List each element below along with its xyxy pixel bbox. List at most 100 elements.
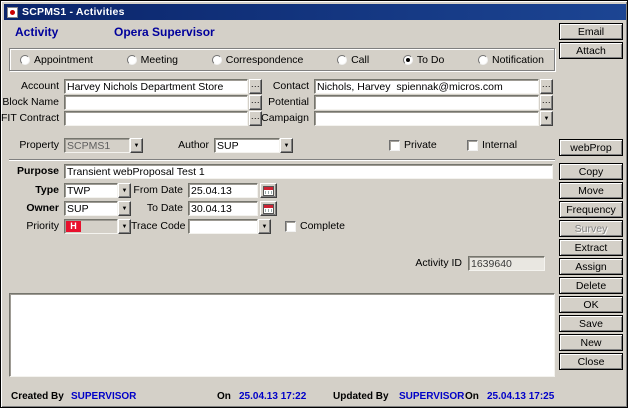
activity-type-options: Appointment Meeting Correspondence Call To D… [10, 49, 554, 70]
campaign-dropdown-button[interactable]: ▼ [540, 111, 553, 126]
author-field[interactable] [214, 138, 280, 153]
private-label: Private [404, 138, 437, 153]
trace-code-label: Trace Code [131, 219, 185, 234]
radio-icon[interactable] [403, 55, 413, 65]
trace-code-field[interactable] [188, 219, 258, 234]
block-name-field[interactable] [64, 95, 248, 110]
radio-icon[interactable] [478, 55, 488, 65]
close-button[interactable]: Close [559, 353, 623, 370]
radio-label: Notification [492, 54, 544, 66]
email-button[interactable]: Email [559, 23, 623, 40]
activity-type-notification[interactable]: Notification [478, 54, 544, 66]
owner-field[interactable] [64, 201, 118, 216]
priority-dropdown-button[interactable]: ▼ [118, 219, 131, 234]
campaign-field[interactable] [314, 111, 539, 126]
owner-label: Owner [1, 201, 61, 216]
webprop-button[interactable]: webProp [559, 139, 623, 156]
account-label: Account [1, 79, 61, 94]
top-button-column: Email Attach [559, 23, 623, 59]
priority-field[interactable]: H [64, 219, 118, 234]
updated-on-value: 25.04.13 17:25 [487, 391, 554, 402]
owner-dropdown-button[interactable]: ▼ [118, 201, 131, 216]
ok-button[interactable]: OK [559, 296, 623, 313]
complete-checkbox[interactable] [285, 221, 296, 232]
potential-lookup-button[interactable]: ... [540, 95, 553, 110]
created-by-value: SUPERVISOR [71, 391, 136, 402]
from-date-field[interactable] [188, 183, 258, 198]
activity-type-to-do[interactable]: To Do [403, 54, 444, 66]
footer: Created By SUPERVISOR On 25.04.13 17:22 … [1, 391, 555, 405]
titlebar[interactable]: SCPMS1 - Activities [4, 4, 626, 20]
potential-label: Potential [251, 95, 311, 110]
to-date-label: To Date [131, 201, 185, 216]
complete-label: Complete [300, 219, 345, 234]
purpose-field[interactable] [64, 164, 553, 179]
purpose-label: Purpose [1, 164, 61, 179]
potential-field[interactable] [314, 95, 539, 110]
activity-id-label: Activity ID [391, 256, 464, 271]
account-field[interactable] [64, 79, 248, 94]
private-checkbox[interactable] [389, 140, 400, 151]
activity-type-groupbox: Appointment Meeting Correspondence Call To D… [9, 48, 555, 71]
radio-icon[interactable] [337, 55, 347, 65]
author-label: Author [151, 138, 211, 153]
activity-type-correspondence[interactable]: Correspondence [212, 54, 304, 66]
move-button[interactable]: Move [559, 182, 623, 199]
activity-id-field [468, 256, 545, 271]
created-on-value: 25.04.13 17:22 [239, 391, 306, 402]
type-dropdown-button[interactable]: ▼ [118, 183, 131, 198]
contact-lookup-button[interactable]: ... [540, 79, 553, 94]
notes-textarea[interactable] [9, 293, 555, 377]
activity-type-appointment[interactable]: Appointment [20, 54, 93, 66]
ellipsis-icon: ... [542, 82, 551, 87]
to-date-calendar-button[interactable] [260, 201, 277, 216]
trace-code-dropdown-button[interactable]: ▼ [258, 219, 271, 234]
to-date-field[interactable] [188, 201, 258, 216]
frequency-button[interactable]: Frequency [559, 201, 623, 218]
author-dropdown-button[interactable]: ▼ [280, 138, 293, 153]
chevron-down-icon: ▼ [544, 116, 550, 122]
new-button[interactable]: New [559, 334, 623, 351]
radio-label: To Do [417, 54, 444, 66]
attach-button[interactable]: Attach [559, 42, 623, 59]
fit-contract-field[interactable] [64, 111, 248, 126]
updated-by-label: Updated By [333, 391, 389, 402]
assign-button[interactable]: Assign [559, 258, 623, 275]
chevron-down-icon: ▼ [134, 143, 140, 149]
property-field [64, 138, 130, 153]
calendar-icon [263, 204, 274, 214]
contact-field[interactable] [314, 79, 539, 94]
chevron-down-icon: ▼ [262, 224, 268, 230]
priority-label: Priority [1, 219, 61, 234]
priority-value-badge: H [66, 221, 81, 232]
radio-icon[interactable] [20, 55, 30, 65]
activity-type-call[interactable]: Call [337, 54, 369, 66]
radio-icon[interactable] [212, 55, 222, 65]
save-button[interactable]: Save [559, 315, 623, 332]
radio-label: Correspondence [226, 54, 304, 66]
property-dropdown-button[interactable]: ▼ [130, 138, 143, 153]
internal-checkbox[interactable] [467, 140, 478, 151]
property-label: Property [1, 138, 61, 153]
delete-button[interactable]: Delete [559, 277, 623, 294]
calendar-icon [263, 186, 274, 196]
contact-label: Contact [251, 79, 311, 94]
campaign-label: Campaign [251, 111, 311, 126]
chevron-down-icon: ▼ [122, 224, 128, 230]
supervisor-name: Opera Supervisor [114, 25, 215, 39]
extract-button[interactable]: Extract [559, 239, 623, 256]
internal-label: Internal [482, 138, 517, 153]
app-icon [7, 7, 18, 18]
radio-label: Call [351, 54, 369, 66]
activity-type-meeting[interactable]: Meeting [127, 54, 178, 66]
side-button-column: webPropCopyMoveFrequencySurveyExtractAss… [559, 139, 623, 370]
from-date-calendar-button[interactable] [260, 183, 277, 198]
chevron-down-icon: ▼ [122, 206, 128, 212]
window-title: SCPMS1 - Activities [22, 6, 125, 18]
created-by-label: Created By [11, 391, 64, 402]
radio-label: Appointment [34, 54, 93, 66]
type-field[interactable] [64, 183, 118, 198]
radio-icon[interactable] [127, 55, 137, 65]
type-label: Type [1, 183, 61, 198]
copy-button[interactable]: Copy [559, 163, 623, 180]
